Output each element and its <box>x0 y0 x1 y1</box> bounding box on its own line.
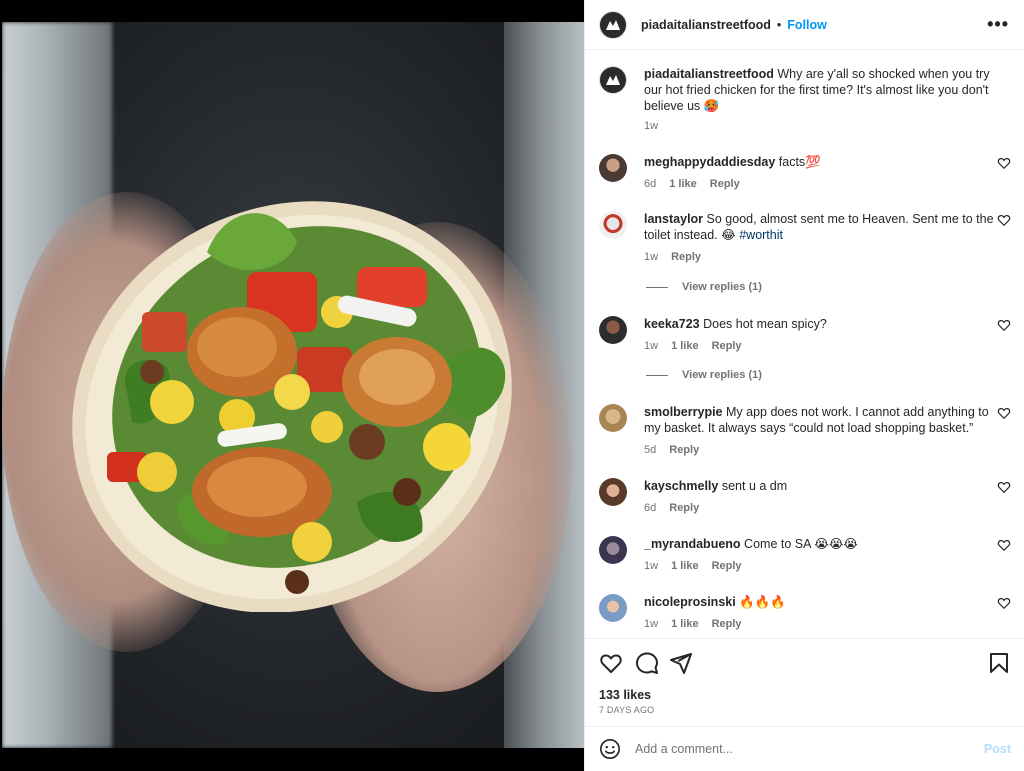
comment-meta: 1w 1 like Reply <box>644 560 742 572</box>
post-photo[interactable] <box>0 0 584 771</box>
bookmark-icon[interactable] <box>987 651 1011 675</box>
comment-meta: 1w 1 like Reply <box>644 340 742 352</box>
comment-username[interactable]: kayschmelly <box>644 479 718 493</box>
comment-likes[interactable]: 1 like <box>669 178 697 190</box>
comment-text: lanstaylor So good, almost sent me to He… <box>644 211 994 243</box>
post-header: piadaitalianstreetfood • Follow ••• <box>585 0 1024 50</box>
caption-meta: 1w <box>644 120 658 132</box>
caption-time[interactable]: 1w <box>644 120 658 132</box>
instagram-post-modal: piadaitalianstreetfood • Follow ••• piad… <box>0 0 1024 771</box>
comment-meta: 1w 1 like Reply <box>644 618 742 630</box>
photo-content <box>2 22 584 748</box>
comment-meta: 6d 1 like Reply <box>644 178 740 190</box>
share-icon[interactable] <box>669 651 693 675</box>
comment-meta: 1w Reply <box>644 251 701 263</box>
comment-text: nicoleprosinski 🔥🔥🔥 <box>644 594 994 610</box>
author-avatar[interactable] <box>599 10 627 39</box>
comment-likes[interactable]: 1 like <box>671 340 699 352</box>
reply-button[interactable]: Reply <box>712 340 742 352</box>
author-avatar[interactable] <box>599 66 627 94</box>
comment-username[interactable]: keeka723 <box>644 317 700 331</box>
comment-time[interactable]: 6d <box>644 502 656 514</box>
brand-logo-icon <box>606 75 620 85</box>
comment-likes[interactable]: 1 like <box>671 618 699 630</box>
brand-logo-icon <box>606 19 620 30</box>
view-replies-button[interactable]: View replies (1) <box>646 369 762 381</box>
comments-list[interactable]: piadaitalianstreetfood Why are y'all so … <box>585 50 1024 638</box>
comment-text: meghappydaddiesday facts💯 <box>644 154 994 170</box>
caption-username[interactable]: piadaitalianstreetfood <box>644 67 774 81</box>
reply-button[interactable]: Reply <box>669 502 699 514</box>
avatar[interactable] <box>599 154 627 182</box>
comment-body: sent u a dm <box>721 479 788 493</box>
comment-username[interactable]: smolberrypie <box>644 405 723 419</box>
reply-button[interactable]: Reply <box>671 251 701 263</box>
avatar[interactable] <box>599 404 627 432</box>
food-wrap-illustration <box>72 201 512 612</box>
post-date[interactable]: 7 DAYS AGO <box>599 705 654 715</box>
view-replies-button[interactable]: View replies (1) <box>646 281 762 293</box>
heart-icon[interactable] <box>997 318 1011 332</box>
reply-button[interactable]: Reply <box>710 178 740 190</box>
comment-meta: 6d Reply <box>644 502 699 514</box>
comment-time[interactable]: 5d <box>644 444 656 456</box>
comment-time[interactable]: 1w <box>644 251 658 263</box>
add-comment-bar: Post <box>585 726 1024 771</box>
heart-icon[interactable] <box>997 596 1011 610</box>
heart-icon[interactable] <box>599 651 623 675</box>
caption-text: piadaitalianstreetfood Why are y'all so … <box>644 66 994 114</box>
emoji-icon[interactable] <box>599 738 621 760</box>
post-details-panel: piadaitalianstreetfood • Follow ••• piad… <box>584 0 1024 771</box>
avatar[interactable] <box>599 316 627 344</box>
comment-time[interactable]: 1w <box>644 560 658 572</box>
heart-icon[interactable] <box>997 156 1011 170</box>
comment-body: Come to SA 😭😭😭 <box>744 537 859 551</box>
divider-line <box>646 374 668 376</box>
comment-username[interactable]: nicoleprosinski <box>644 595 736 609</box>
comment-time[interactable]: 1w <box>644 618 658 630</box>
avatar[interactable] <box>599 478 627 506</box>
separator-dot: • <box>776 17 782 32</box>
comment-body: Does hot mean spicy? <box>703 317 827 331</box>
reply-button[interactable]: Reply <box>712 618 742 630</box>
avatar[interactable] <box>599 536 627 564</box>
reply-button[interactable]: Reply <box>712 560 742 572</box>
comment-username[interactable]: meghappydaddiesday <box>644 155 775 169</box>
author-username[interactable]: piadaitalianstreetfood <box>641 18 771 32</box>
comment-text: kayschmelly sent u a dm <box>644 478 994 494</box>
view-replies-label: View replies (1) <box>682 369 762 381</box>
avatar[interactable] <box>599 211 627 239</box>
likes-count[interactable]: 133 likes <box>599 688 651 702</box>
comment-text: smolberrypie My app does not work. I can… <box>644 404 994 436</box>
comment-meta: 5d Reply <box>644 444 699 456</box>
comment-input[interactable] <box>635 742 965 756</box>
reply-button[interactable]: Reply <box>669 444 699 456</box>
hashtag-link[interactable]: #worthit <box>739 228 783 242</box>
view-replies-label: View replies (1) <box>682 281 762 293</box>
comment-icon[interactable] <box>635 651 659 675</box>
follow-button[interactable]: Follow <box>787 18 827 32</box>
avatar[interactable] <box>599 594 627 622</box>
comment-username[interactable]: _myrandabueno <box>644 537 741 551</box>
more-horizontal-icon[interactable]: ••• <box>987 14 1009 35</box>
comment-likes[interactable]: 1 like <box>671 560 699 572</box>
comment-text: _myrandabueno Come to SA 😭😭😭 <box>644 536 994 552</box>
divider-line <box>646 286 668 288</box>
comment-body: 🔥🔥🔥 <box>739 595 786 609</box>
comment-text: keeka723 Does hot mean spicy? <box>644 316 994 332</box>
post-button[interactable]: Post <box>984 742 1011 756</box>
comment-body: facts💯 <box>778 155 821 169</box>
heart-icon[interactable] <box>997 213 1011 227</box>
comment-time[interactable]: 1w <box>644 340 658 352</box>
heart-icon[interactable] <box>997 538 1011 552</box>
heart-icon[interactable] <box>997 480 1011 494</box>
heart-icon[interactable] <box>997 406 1011 420</box>
comment-time[interactable]: 6d <box>644 178 656 190</box>
post-actions: 133 likes 7 DAYS AGO <box>585 638 1024 726</box>
comment-username[interactable]: lanstaylor <box>644 212 703 226</box>
